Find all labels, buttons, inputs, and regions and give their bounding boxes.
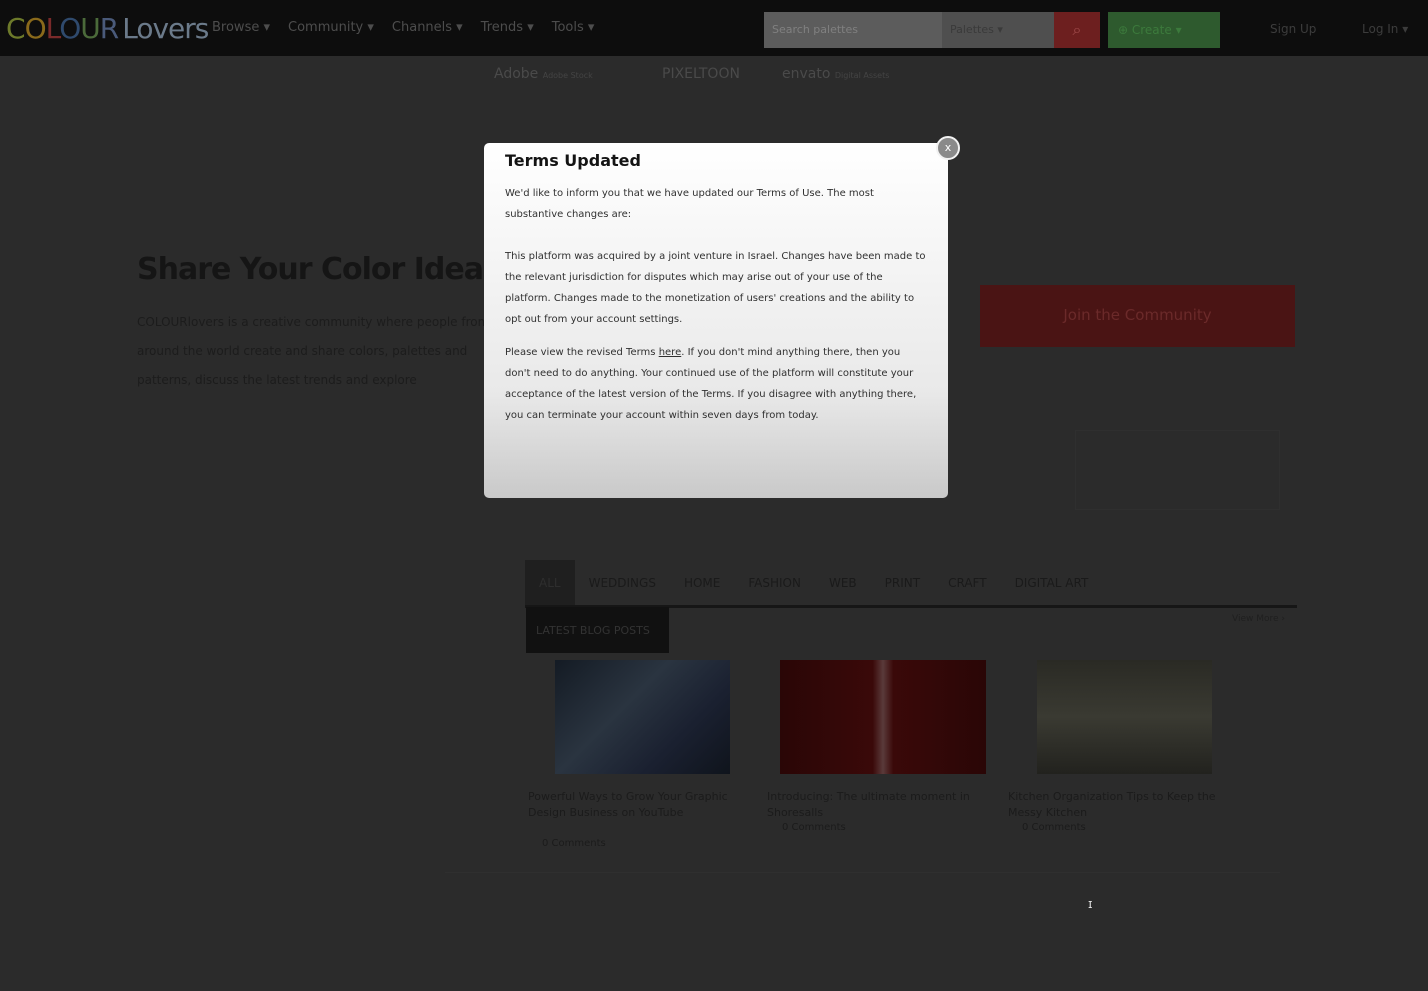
tab-digital-art[interactable]: DIGITAL ART <box>1001 560 1103 605</box>
main-nav: Browse ▾ Community ▾ Channels ▾ Trends ▾… <box>212 20 594 35</box>
tab-craft[interactable]: CRAFT <box>934 560 1000 605</box>
modal-changes: This platform was acquired by a joint ve… <box>505 251 926 325</box>
post-title-3[interactable]: Kitchen Organization Tips to Keep the Me… <box>1008 789 1240 821</box>
create-button[interactable]: ⊕ Create ▾ <box>1108 12 1220 48</box>
tab-web[interactable]: WEB <box>815 560 871 605</box>
sponsor-pixeltoon[interactable]: PIXELTOON <box>662 66 740 82</box>
tab-home[interactable]: HOME <box>670 560 734 605</box>
terms-link[interactable]: here <box>659 347 682 358</box>
close-icon: x <box>944 141 952 154</box>
modal-close-button[interactable]: x <box>936 136 960 160</box>
log-in-link[interactable]: Log In ▾ <box>1362 22 1408 36</box>
tab-weddings[interactable]: WEDDINGS <box>575 560 670 605</box>
tab-fashion[interactable]: FASHION <box>734 560 815 605</box>
nav-browse[interactable]: Browse ▾ <box>212 20 270 35</box>
latest-blog-posts-label: LATEST BLOG POSTS <box>526 607 669 653</box>
plus-icon: ⊕ <box>1118 23 1132 37</box>
lower-panel <box>445 872 1280 962</box>
search-input[interactable]: Search palettes <box>764 12 942 48</box>
post-thumbnail-1[interactable] <box>555 660 730 774</box>
search-button[interactable]: ⌕ <box>1054 12 1100 48</box>
tab-all[interactable]: ALL <box>525 560 575 605</box>
search-icon: ⌕ <box>1072 20 1082 39</box>
nav-community[interactable]: Community ▾ <box>288 20 374 35</box>
post-thumbnail-3[interactable] <box>1037 660 1212 774</box>
cursor-icon: ɪ <box>1088 897 1093 911</box>
terms-updated-modal: Terms Updated We'd like to inform you th… <box>484 143 948 498</box>
modal-review: Please view the revised Terms here. If y… <box>505 347 917 421</box>
sponsor-adobe[interactable]: Adobe Adobe Stock <box>494 66 593 82</box>
post-meta-1: 0 Comments <box>542 838 606 849</box>
join-community-button[interactable]: Join the Community <box>980 285 1295 347</box>
channel-tabs: ALL WEDDINGS HOME FASHION WEB PRINT CRAF… <box>525 560 1297 608</box>
hero-description: COLOURlovers is a creative community whe… <box>137 315 490 387</box>
post-thumbnail-2[interactable] <box>780 660 986 774</box>
post-title-1[interactable]: Powerful Ways to Grow Your Graphic Desig… <box>528 789 760 821</box>
search-type-select[interactable]: Palettes ▾ <box>942 12 1054 48</box>
sign-up-link[interactable]: Sign Up <box>1270 22 1316 36</box>
modal-title: Terms Updated <box>505 151 641 170</box>
hero-title: Share Your Color Ideas & <box>137 252 535 287</box>
post-meta-2: 0 Comments <box>782 822 846 833</box>
nav-trends[interactable]: Trends ▾ <box>481 20 534 35</box>
view-more-link[interactable]: View More › <box>1232 614 1285 624</box>
sponsor-envato[interactable]: envato Digital Assets <box>782 66 889 82</box>
post-meta-3: 0 Comments <box>1022 822 1086 833</box>
tab-print[interactable]: PRINT <box>871 560 934 605</box>
side-panel <box>1075 430 1280 510</box>
colourlovers-logo[interactable]: COLOUR Lovers <box>6 12 209 45</box>
nav-tools[interactable]: Tools ▾ <box>552 20 595 35</box>
post-title-2[interactable]: Introducing: The ultimate moment in Shor… <box>767 789 999 821</box>
modal-intro: We'd like to inform you that we have upd… <box>505 188 874 220</box>
nav-channels[interactable]: Channels ▾ <box>392 20 463 35</box>
